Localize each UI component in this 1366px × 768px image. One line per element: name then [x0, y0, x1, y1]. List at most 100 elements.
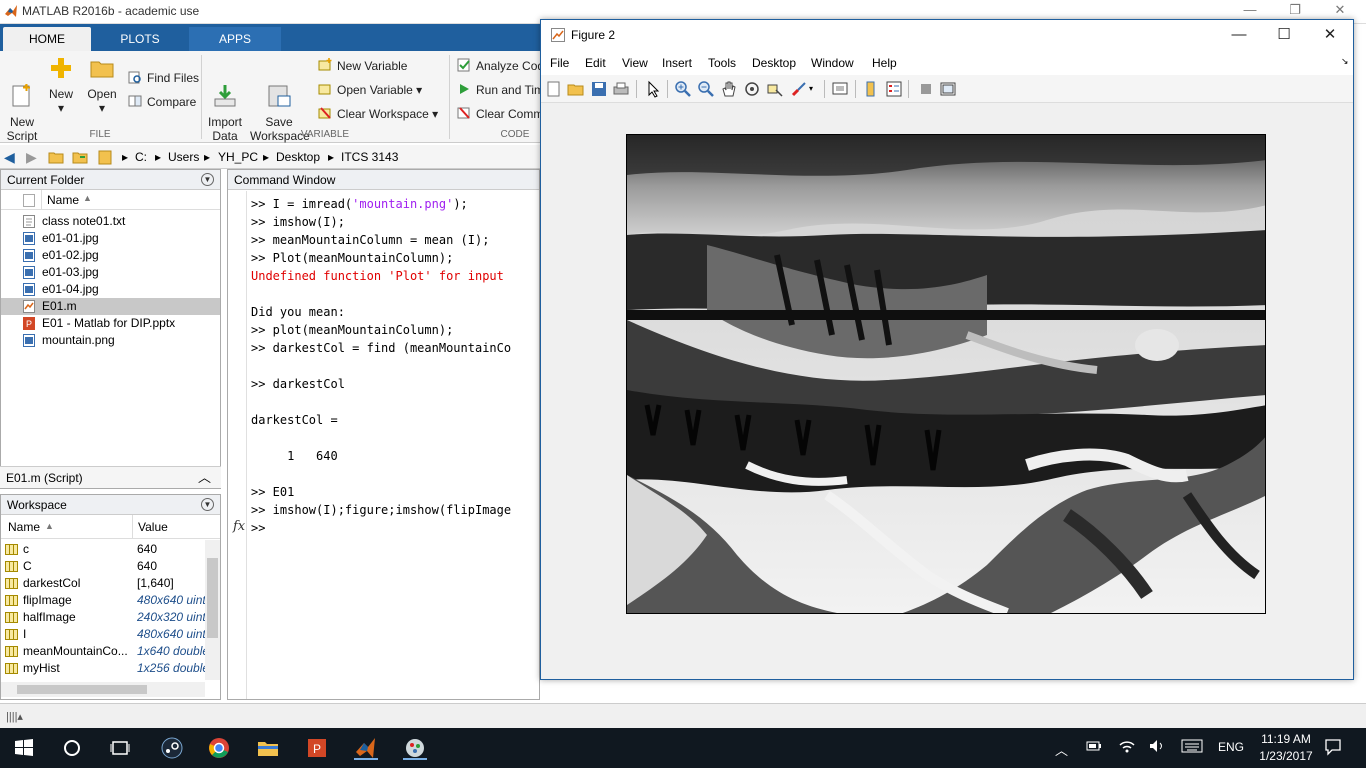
- scrollbar-thumb[interactable]: [17, 685, 147, 694]
- workspace-variable-row[interactable]: halfImage 240x320 uint8: [1, 609, 206, 626]
- close-button[interactable]: ✕: [1320, 2, 1360, 20]
- save-figure-icon[interactable]: [590, 80, 608, 98]
- back-icon[interactable]: ◀: [4, 149, 15, 166]
- figure-maximize-button[interactable]: ☐: [1270, 25, 1298, 45]
- file-explorer-icon[interactable]: [256, 736, 280, 760]
- data-cursor-icon[interactable]: [766, 80, 784, 98]
- panel-actions-icon[interactable]: ▼: [201, 498, 214, 511]
- workspace-variable-row[interactable]: meanMountainCo... 1x640 double: [1, 643, 206, 660]
- language-indicator[interactable]: ENG: [1218, 740, 1244, 754]
- panel-actions-icon[interactable]: ▼: [201, 173, 214, 186]
- dock-arrow-icon[interactable]: ↘: [1341, 56, 1349, 67]
- tab-plots[interactable]: PLOTS: [93, 27, 187, 51]
- brush-dropdown-icon[interactable]: ▾: [809, 80, 817, 98]
- link-plot-icon[interactable]: [831, 80, 849, 98]
- colorbar-icon[interactable]: [862, 80, 880, 98]
- search-icon[interactable]: [60, 736, 84, 760]
- breadcrumb-desktop[interactable]: Desktop: [276, 150, 320, 164]
- new-dropdown-icon[interactable]: ▾: [58, 101, 64, 115]
- tab-apps[interactable]: APPS: [189, 27, 281, 51]
- workspace-variable-row[interactable]: darkestCol [1,640]: [1, 575, 206, 592]
- workspace-variable-row[interactable]: C 640: [1, 558, 206, 575]
- open-variable-button[interactable]: Open Variable ▾: [318, 81, 422, 99]
- folder-column-header[interactable]: Name ▲: [1, 190, 220, 210]
- brush-icon[interactable]: [790, 80, 808, 98]
- open-file-icon[interactable]: [567, 80, 585, 98]
- function-browser-icon[interactable]: fx: [233, 519, 245, 534]
- wifi-icon[interactable]: [1118, 738, 1136, 757]
- open-button[interactable]: Open ▾: [86, 55, 118, 115]
- details-bar[interactable]: E01.m (Script) ︿: [0, 466, 221, 488]
- steam-icon[interactable]: [160, 736, 184, 760]
- open-variable-dropdown-icon[interactable]: ▾: [416, 83, 422, 97]
- clear-workspace-button[interactable]: Clear Workspace ▾: [318, 105, 438, 123]
- volume-icon[interactable]: [1148, 738, 1166, 757]
- menu-desktop[interactable]: Desktop: [752, 56, 796, 70]
- workspace-variable-row[interactable]: c 640: [1, 541, 206, 558]
- figure-taskbar-icon[interactable]: [403, 736, 427, 760]
- figure-image[interactable]: [626, 134, 1266, 614]
- file-list-item[interactable]: class note01.txt: [1, 213, 220, 230]
- matlab-taskbar-icon[interactable]: [354, 736, 378, 760]
- menu-insert[interactable]: Insert: [662, 56, 692, 70]
- workspace-column-header[interactable]: Name ▲ Value: [1, 515, 220, 539]
- new-variable-button[interactable]: New Variable: [318, 57, 407, 75]
- analyze-code-button[interactable]: Analyze Cod: [457, 57, 544, 75]
- start-button-icon[interactable]: [12, 736, 36, 760]
- minimize-button[interactable]: —: [1230, 2, 1270, 20]
- menu-help[interactable]: Help: [872, 56, 897, 70]
- file-list-item[interactable]: e01-04.jpg: [1, 281, 220, 298]
- find-files-button[interactable]: Find Files: [128, 69, 199, 87]
- menu-edit[interactable]: Edit: [585, 56, 606, 70]
- horizontal-scrollbar[interactable]: [1, 682, 205, 697]
- notifications-icon[interactable]: [1324, 738, 1342, 759]
- file-list-item[interactable]: P E01 - Matlab for DIP.pptx: [1, 315, 220, 332]
- workspace-variable-row[interactable]: flipImage 480x640 uint8: [1, 592, 206, 609]
- open-dropdown-icon[interactable]: ▾: [99, 101, 105, 115]
- compare-button[interactable]: Compare: [128, 93, 196, 111]
- show-hidden-icons-icon[interactable]: ︿: [1055, 740, 1068, 759]
- vertical-scrollbar[interactable]: [205, 540, 220, 680]
- menu-view[interactable]: View: [622, 56, 648, 70]
- restore-button[interactable]: ❐: [1275, 2, 1315, 20]
- browse-folder-icon[interactable]: [72, 150, 88, 167]
- clock-date[interactable]: 1/23/2017: [1256, 749, 1316, 763]
- workspace-variable-row[interactable]: I 480x640 uint8: [1, 626, 206, 643]
- breadcrumb-yh-pc[interactable]: YH_PC: [218, 150, 258, 164]
- clear-workspace-dropdown-icon[interactable]: ▾: [432, 107, 438, 121]
- menu-file[interactable]: File: [550, 56, 569, 70]
- menu-tools[interactable]: Tools: [708, 56, 736, 70]
- task-view-icon[interactable]: [108, 736, 132, 760]
- run-and-time-button[interactable]: Run and Time: [457, 81, 551, 99]
- workspace-variable-row[interactable]: myHist 1x256 double: [1, 660, 206, 677]
- command-window[interactable]: Command Window >> I = imread('mountain.p…: [227, 169, 540, 700]
- pan-icon[interactable]: [720, 80, 738, 98]
- keyboard-icon[interactable]: [1181, 738, 1203, 757]
- breadcrumb-c[interactable]: C:: [135, 150, 147, 164]
- legend-icon[interactable]: [885, 80, 903, 98]
- figure-close-button[interactable]: ✕: [1316, 25, 1344, 45]
- breadcrumb-users[interactable]: Users: [168, 150, 199, 164]
- breadcrumb-itcs-3143[interactable]: ITCS 3143: [341, 150, 398, 164]
- file-list-item[interactable]: e01-03.jpg: [1, 264, 220, 281]
- file-list-item[interactable]: E01.m: [1, 298, 220, 315]
- file-list-item[interactable]: e01-02.jpg: [1, 247, 220, 264]
- edit-plot-icon[interactable]: [644, 80, 662, 98]
- file-list-item[interactable]: mountain.png: [1, 332, 220, 349]
- show-plot-tools-icon[interactable]: [939, 80, 957, 98]
- chevron-up-icon[interactable]: ︿: [198, 467, 211, 489]
- new-figure-icon[interactable]: [545, 80, 563, 98]
- new-button[interactable]: New ▾: [45, 55, 77, 115]
- hide-plot-tools-icon[interactable]: [917, 80, 935, 98]
- figure-minimize-button[interactable]: —: [1225, 25, 1253, 45]
- tab-home[interactable]: HOME: [3, 27, 91, 51]
- file-list-item[interactable]: e01-01.jpg: [1, 230, 220, 247]
- chrome-icon[interactable]: [207, 736, 231, 760]
- powerpoint-icon[interactable]: P: [305, 736, 329, 760]
- scrollbar-thumb[interactable]: [207, 558, 218, 638]
- forward-icon[interactable]: ▶: [26, 149, 37, 166]
- zoom-out-icon[interactable]: [697, 80, 715, 98]
- battery-icon[interactable]: [1086, 739, 1102, 756]
- clear-commands-button[interactable]: Clear Comma: [457, 105, 550, 123]
- rotate-3d-icon[interactable]: [743, 80, 761, 98]
